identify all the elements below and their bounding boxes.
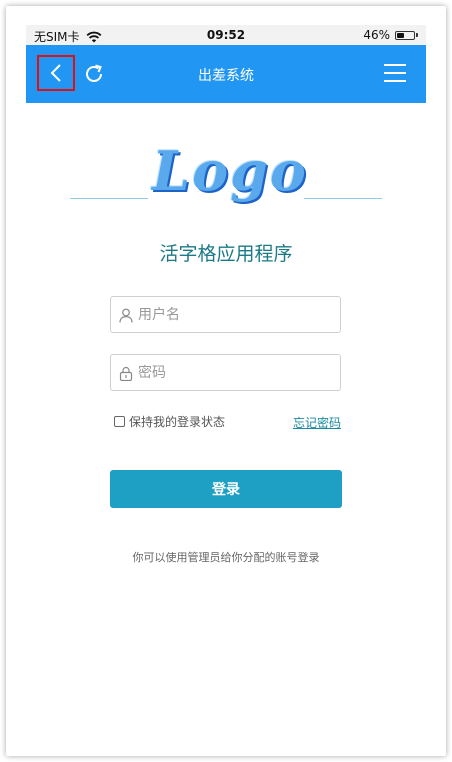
page-title: 出差系统 — [198, 68, 254, 84]
password-input[interactable] — [138, 355, 333, 390]
logo-divider-left — [70, 198, 148, 199]
login-button[interactable]: 登录 — [110, 470, 342, 508]
logo-divider-right — [304, 198, 382, 199]
nav-bar: 出差系统 — [26, 45, 426, 103]
remember-checkbox[interactable] — [114, 416, 125, 427]
status-bar: 无SIM卡 09:52 46% — [26, 25, 426, 45]
status-right: 46% — [363, 28, 418, 42]
username-field[interactable] — [110, 296, 341, 333]
username-input[interactable] — [138, 297, 333, 332]
battery-fill — [397, 32, 404, 38]
login-hint: 你可以使用管理员给你分配的账号登录 — [132, 551, 320, 564]
menu-button[interactable] — [384, 64, 406, 82]
remember-label: 保持我的登录状态 — [129, 415, 226, 429]
logo: Logo — [70, 135, 382, 225]
battery-percent: 46% — [363, 28, 390, 42]
password-field[interactable] — [110, 354, 341, 391]
phone-screen: 无SIM卡 09:52 46% 出差系统 Logo 活字格应用程序 用户名 保持… — [26, 25, 426, 755]
menu-icon — [384, 64, 406, 66]
user-icon — [119, 308, 133, 323]
logo-text: Logo — [152, 139, 308, 203]
forgot-password-link[interactable]: 忘记密码 — [293, 414, 341, 431]
battery-icon — [395, 30, 418, 40]
remember-me[interactable]: 保持我的登录状态 — [114, 413, 225, 430]
lock-icon — [119, 366, 133, 381]
app-name-heading: 活字格应用程序 — [159, 243, 293, 265]
